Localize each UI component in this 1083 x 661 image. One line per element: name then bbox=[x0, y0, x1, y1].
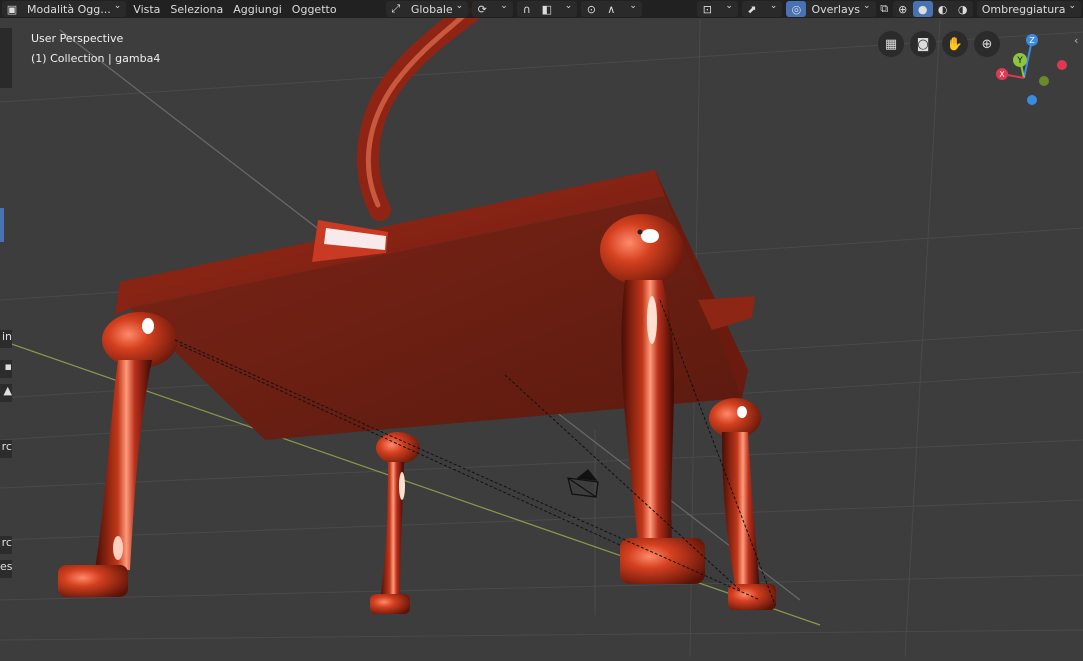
gizmo-neg-x[interactable] bbox=[1057, 60, 1067, 70]
left-tab-1[interactable]: in bbox=[0, 330, 12, 348]
leg-back-left bbox=[370, 432, 420, 614]
left-tab-2[interactable]: rc bbox=[0, 440, 12, 458]
proportional-edit-icon[interactable]: ⊙ bbox=[581, 1, 601, 17]
perspective-label: User Perspective bbox=[31, 32, 124, 45]
hand-icon[interactable]: ✋ bbox=[942, 31, 968, 57]
solid-shading-icon[interactable]: ● bbox=[912, 1, 933, 17]
overlays-icon: ◎ bbox=[786, 1, 807, 17]
viewport-header: ▣ Modalità Ogg... Vista Seleziona Aggiun… bbox=[0, 0, 1083, 18]
snap-target-icon[interactable]: ◧ bbox=[537, 1, 557, 17]
leg-front-left bbox=[58, 312, 178, 597]
falloff-chevron-icon bbox=[621, 1, 642, 17]
mode-dropdown[interactable]: ▣ Modalità Ogg... bbox=[2, 1, 127, 17]
material-shading-icon[interactable]: ◐ bbox=[933, 1, 953, 17]
visibility-dropdown[interactable]: ⊡ bbox=[697, 1, 738, 17]
sidebar-toggle-icon[interactable]: ‹ bbox=[1074, 34, 1083, 52]
gizmo-neg-z[interactable] bbox=[1027, 95, 1037, 105]
xray-icon[interactable]: ⧉ bbox=[878, 1, 891, 17]
navigation-buttons: ▦ ◙ ✋ ⊕ bbox=[878, 31, 1000, 57]
orientation-label: Globale bbox=[406, 1, 468, 17]
shading-modes[interactable]: ⊕ ● ◐ ◑ bbox=[892, 1, 973, 17]
gizmo-icon: ⬈ bbox=[747, 2, 757, 16]
snap-group[interactable]: ∩ ◧ bbox=[516, 1, 578, 17]
pivot-chevron-icon bbox=[492, 1, 513, 17]
gizmo-x-label: X bbox=[999, 70, 1005, 79]
overlays-label: Overlays bbox=[806, 1, 875, 17]
viewport-scene bbox=[0, 0, 1083, 658]
transform-orientation-icon: ⤢ bbox=[391, 2, 401, 15]
magnet-icon[interactable]: ∩ bbox=[517, 1, 537, 17]
overlays-dropdown[interactable]: ◎ Overlays bbox=[786, 1, 876, 17]
shading-label: Ombreggiatura bbox=[977, 1, 1081, 17]
pivot-dropdown[interactable]: ⟳ bbox=[472, 1, 513, 17]
navigation-gizmo[interactable]: Z Y X bbox=[992, 30, 1072, 110]
left-tab-4[interactable]: es bbox=[0, 560, 12, 578]
orientation-dropdown[interactable]: ⤢ Globale bbox=[385, 1, 469, 17]
curved-handle bbox=[357, 0, 486, 221]
pivot-icon: ⟳ bbox=[477, 2, 487, 16]
proportional-group[interactable]: ⊙ ∧ bbox=[581, 1, 642, 17]
gizmo-y-label: Y bbox=[1016, 56, 1023, 66]
visibility-chevron-icon bbox=[717, 1, 738, 17]
falloff-curve-icon[interactable]: ∧ bbox=[601, 1, 621, 17]
viewport-info: User Perspective (1) Collection | gamba4 bbox=[31, 29, 160, 69]
camera-icon[interactable]: ◙ bbox=[910, 31, 936, 57]
cube-icon: ▣ bbox=[6, 2, 18, 16]
snap-chevron-icon bbox=[557, 1, 578, 17]
left-tab-triangle-icon[interactable]: ▲ bbox=[0, 384, 12, 402]
gizmo-chevron-icon bbox=[762, 1, 783, 17]
left-tab-3[interactable]: rc bbox=[0, 536, 12, 554]
gizmo-z-label: Z bbox=[1029, 36, 1035, 45]
menu-view[interactable]: Vista bbox=[128, 1, 165, 17]
gizmo-neg-y[interactable] bbox=[1039, 76, 1049, 86]
gizmo-dropdown[interactable]: ⬈ bbox=[741, 1, 783, 17]
toolbar-edge: in ▪ ▲ rc rc es bbox=[0, 18, 12, 657]
wireframe-shading-icon[interactable]: ⊕ bbox=[893, 1, 913, 17]
light-object bbox=[567, 469, 599, 498]
leg-back-right bbox=[709, 398, 776, 610]
shading-dropdown[interactable]: Ombreggiatura bbox=[976, 1, 1081, 17]
grid-icon[interactable]: ▦ bbox=[878, 31, 904, 57]
collection-label: (1) Collection | gamba4 bbox=[31, 52, 161, 65]
eye-icon: ⊡ bbox=[702, 2, 712, 16]
3d-viewport[interactable] bbox=[0, 0, 1083, 658]
left-tab-icon[interactable]: ▪ bbox=[0, 360, 12, 378]
mode-label: Modalità Ogg... bbox=[22, 1, 126, 17]
rendered-shading-icon[interactable]: ◑ bbox=[953, 1, 973, 17]
menu-select[interactable]: Seleziona bbox=[165, 1, 228, 17]
menu-add[interactable]: Aggiungi bbox=[228, 1, 287, 17]
menu-object[interactable]: Oggetto bbox=[287, 1, 342, 17]
